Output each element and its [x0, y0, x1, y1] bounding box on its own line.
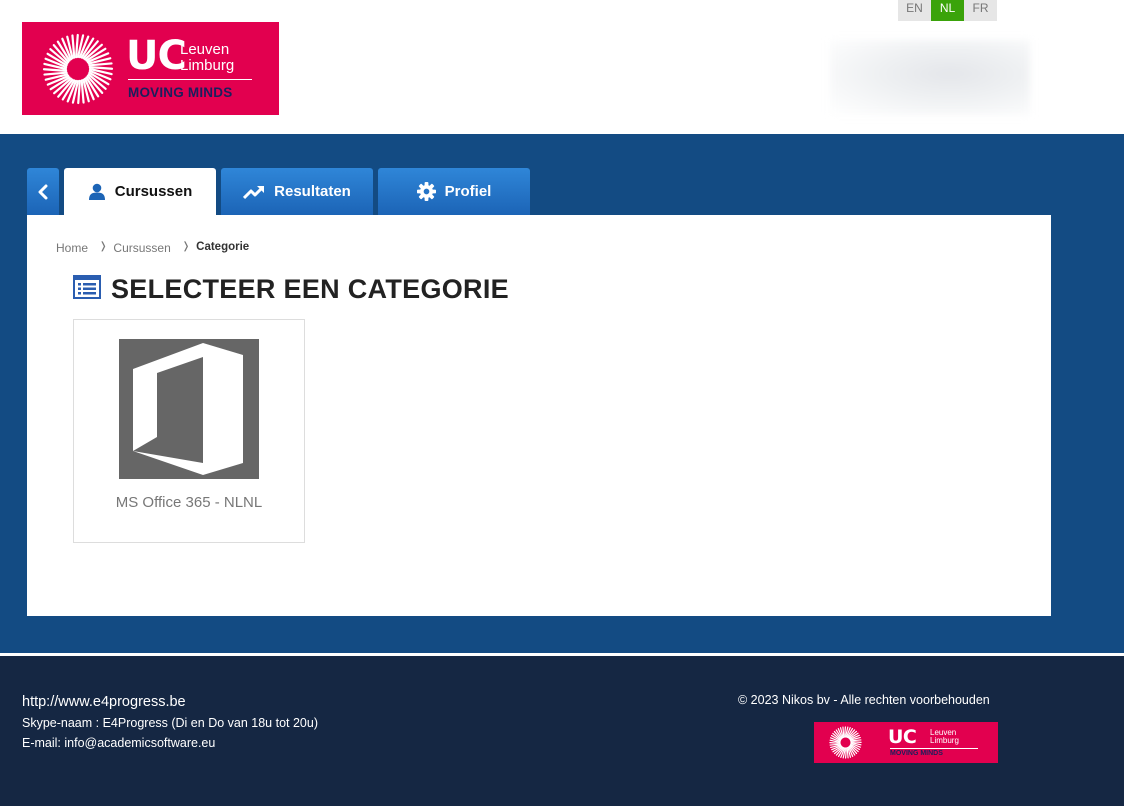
sun-ray: [88, 66, 114, 70]
ucll-logo[interactable]: UC Leuven Limburg MOVING MINDS: [22, 22, 279, 115]
footer-skype: Skype-naam : E4Progress (Di en Do van 18…: [22, 716, 318, 730]
sun-ray: [80, 79, 85, 104]
main-panel: Home ❭ Cursussen ❭ Categorie SELECTEER E…: [27, 215, 1051, 616]
footer-email: E-mail: info@academicsoftware.eu: [22, 736, 216, 750]
breadcrumb-current: Categorie: [196, 241, 250, 253]
lang-fr[interactable]: FR: [964, 0, 997, 21]
ms-office-icon: [119, 339, 259, 479]
sun-ray: [846, 747, 849, 759]
logo-leuven-text: Leuven: [180, 41, 230, 58]
category-name: MS Office 365 - NLNL: [115, 494, 263, 511]
logo-rule: [128, 79, 252, 80]
sun-ray: [829, 743, 841, 746]
sun-ray: [850, 741, 862, 743]
tab-label: Resultaten: [274, 183, 351, 200]
sun-ray: [42, 68, 68, 72]
sun-ray: [75, 33, 79, 59]
breadcrumb: Home ❭ Cursussen ❭ Categorie: [56, 241, 249, 255]
breadcrumb-separator: ❭: [181, 241, 191, 252]
tab-cursussen[interactable]: Cursussen: [64, 168, 216, 215]
site-footer: http://www.e4progress.be Skype-naam : E4…: [0, 656, 1124, 806]
breadcrumb-home[interactable]: Home: [56, 241, 88, 255]
gear-icon: [416, 182, 436, 201]
breadcrumb-separator: ❭: [99, 241, 108, 252]
sun-emblem-icon: [42, 33, 114, 105]
logo-limburg-text: Limburg: [930, 736, 959, 745]
trending-up-icon: [243, 184, 265, 200]
language-switcher: EN NL FR: [898, 0, 997, 21]
page-title: SELECTEER EEN CATEGORIE: [111, 274, 509, 304]
sun-ray: [71, 34, 76, 59]
back-button[interactable]: [27, 168, 59, 215]
category-card[interactable]: MS Office 365 - NLNL: [73, 319, 305, 543]
sun-emblem-icon: [829, 726, 862, 759]
tab-resultaten[interactable]: Resultaten: [221, 168, 373, 215]
logo-uc-text: UC: [888, 726, 917, 748]
logo-uc-text: UC: [126, 33, 187, 79]
lang-nl[interactable]: NL: [931, 0, 964, 21]
sun-ray: [850, 739, 862, 742]
logo-tagline: MOVING MINDS: [128, 85, 233, 100]
sun-ray: [43, 71, 68, 76]
blurred-user-info: [830, 40, 1030, 115]
footer-url[interactable]: http://www.e4progress.be: [22, 694, 186, 710]
list-icon: [73, 275, 101, 299]
sun-ray: [77, 79, 81, 105]
tab-label: Cursussen: [114, 183, 193, 200]
chevron-left-icon: [38, 184, 48, 199]
site-header: UC Leuven Limburg MOVING MINDS EN NL FR: [0, 0, 1124, 134]
sun-ray: [88, 62, 113, 67]
tab-label: Profiel: [444, 183, 492, 200]
footer-copyright: © 2023 Nikos bv - Alle rechten voorbehou…: [738, 693, 990, 707]
user-icon: [88, 183, 106, 200]
sun-ray: [842, 726, 845, 738]
lang-en[interactable]: EN: [898, 0, 931, 21]
logo-rule: [890, 748, 978, 749]
breadcrumb-cursussen[interactable]: Cursussen: [113, 241, 170, 255]
logo-tagline: MOVING MINDS: [890, 750, 943, 757]
footer-ucll-logo[interactable]: UC Leuven Limburg MOVING MINDS: [814, 722, 998, 763]
tab-profiel[interactable]: Profiel: [378, 168, 530, 215]
logo-limburg-text: Limburg: [180, 57, 235, 74]
